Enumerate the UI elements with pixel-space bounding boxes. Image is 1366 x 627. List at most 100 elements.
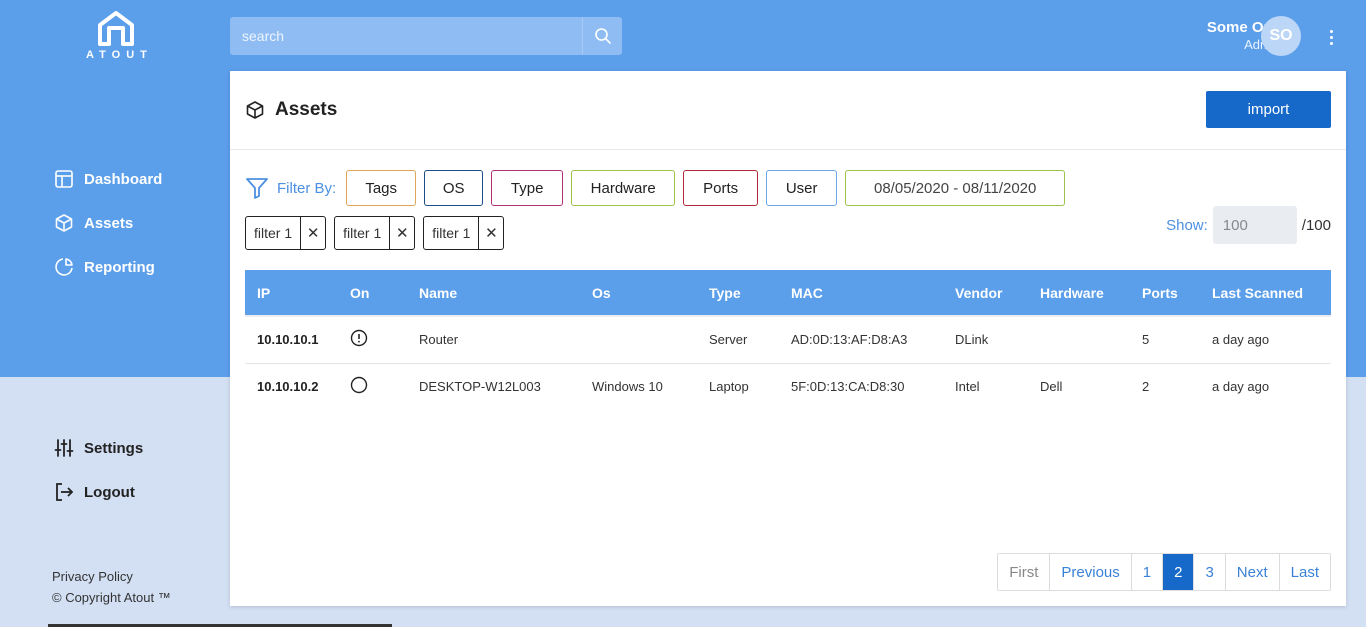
- cell-ports: 2: [1130, 362, 1200, 410]
- column-header-mac[interactable]: MAC: [779, 270, 943, 316]
- active-filter-label: filter 1: [424, 217, 480, 249]
- page-last-button[interactable]: Last: [1280, 554, 1330, 590]
- sidebar-item-settings[interactable]: Settings: [54, 438, 143, 458]
- close-icon[interactable]: ✕: [479, 224, 503, 242]
- active-filters: filter 1 ✕ filter 1 ✕ filter 1 ✕: [245, 216, 505, 250]
- logout-icon: [56, 483, 74, 501]
- filter-label-text: Filter By:: [277, 179, 337, 197]
- sidebar-item-dashboard[interactable]: Dashboard: [54, 169, 162, 189]
- sidebar-item-reporting[interactable]: Reporting: [54, 257, 155, 277]
- search-button[interactable]: [582, 17, 622, 55]
- assets-table: IP On Name Os Type MAC Vendor Hardware P…: [245, 270, 1331, 410]
- search-input[interactable]: [230, 17, 582, 55]
- privacy-policy-link[interactable]: Privacy Policy: [52, 566, 171, 587]
- cube-icon: [246, 101, 264, 119]
- settings-label: Settings: [84, 439, 144, 457]
- avatar[interactable]: SO: [1261, 16, 1301, 56]
- cell-last-scanned: a day ago: [1200, 315, 1331, 363]
- column-header-vendor[interactable]: Vendor: [943, 270, 1028, 316]
- search-bar: [230, 17, 622, 55]
- active-filter-tag: filter 1 ✕: [423, 216, 505, 250]
- show-label: Show:: [1166, 216, 1208, 234]
- show-count: Show: /100: [1166, 206, 1331, 244]
- cell-status: [338, 315, 407, 363]
- show-total: /100: [1301, 216, 1331, 234]
- cell-type: Server: [697, 315, 779, 363]
- page-previous-button[interactable]: Previous: [1050, 554, 1132, 590]
- sidebar-footer: Privacy Policy © Copyright Atout ™: [52, 566, 171, 608]
- cell-status: [338, 362, 407, 410]
- offline-status-icon: [350, 377, 368, 394]
- column-header-on[interactable]: On: [338, 270, 407, 316]
- page-1-button[interactable]: 1: [1132, 554, 1164, 590]
- cell-hardware: Dell: [1028, 362, 1130, 410]
- column-header-last-scanned[interactable]: Last Scanned: [1200, 270, 1331, 316]
- cell-last-scanned: a day ago: [1200, 362, 1331, 410]
- cell-type: Laptop: [697, 362, 779, 410]
- active-filter-tag: filter 1 ✕: [334, 216, 416, 250]
- cell-os: Windows 10: [580, 362, 697, 410]
- more-menu-icon[interactable]: [1322, 26, 1340, 48]
- filter-chip-tags[interactable]: Tags: [346, 170, 417, 206]
- cell-os: [580, 315, 697, 363]
- cell-name: Router: [407, 315, 580, 363]
- logout-label: Logout: [84, 483, 135, 501]
- warning-status-icon: [350, 330, 368, 347]
- cell-name: DESKTOP-W12L003: [407, 362, 580, 410]
- page-title-text: Assets: [275, 99, 338, 120]
- active-filter-label: filter 1: [335, 217, 391, 249]
- active-filter-label: filter 1: [246, 217, 302, 249]
- sidebar-item-logout[interactable]: Logout: [54, 482, 135, 502]
- import-button[interactable]: import: [1206, 91, 1331, 128]
- page-title: Assets: [245, 99, 337, 121]
- date-range-picker[interactable]: 08/05/2020 - 08/11/2020: [845, 170, 1066, 206]
- column-header-type[interactable]: Type: [697, 270, 779, 316]
- close-icon[interactable]: ✕: [301, 224, 325, 242]
- cell-ports: 5: [1130, 315, 1200, 363]
- sidebar-item-label: Dashboard: [84, 170, 163, 188]
- page-next-button[interactable]: Next: [1226, 554, 1280, 590]
- column-header-os[interactable]: Os: [580, 270, 697, 316]
- cell-mac: AD:0D:13:AF:D8:A3: [779, 315, 943, 363]
- page-2-button[interactable]: 2: [1163, 554, 1195, 590]
- panel-header: Assets import: [230, 71, 1346, 150]
- pagination: First Previous 1 2 3 Next Last: [997, 553, 1331, 591]
- cell-vendor: DLink: [943, 315, 1028, 363]
- sidebar-item-label: Reporting: [84, 258, 155, 276]
- search-icon: [594, 28, 611, 44]
- cell-hardware: [1028, 315, 1130, 363]
- layout-icon: [55, 170, 73, 188]
- filter-chip-type[interactable]: Type: [491, 170, 564, 206]
- filter-chip-user[interactable]: User: [766, 170, 838, 206]
- page-first-button[interactable]: First: [998, 554, 1051, 590]
- filter-chip-os[interactable]: OS: [424, 170, 484, 206]
- active-filter-tag: filter 1 ✕: [245, 216, 327, 250]
- assets-panel: Assets import Filter By: Tags OS Type Ha…: [230, 71, 1346, 606]
- page-3-button[interactable]: 3: [1194, 554, 1226, 590]
- cell-ip: 10.10.10.2: [245, 362, 338, 410]
- table-row[interactable]: 10.10.10.1 Router Server AD:0D:13:AF:D8:…: [245, 315, 1331, 363]
- column-header-hardware[interactable]: Hardware: [1028, 270, 1130, 316]
- app-logo[interactable]: ATOUT: [80, 10, 152, 61]
- close-icon[interactable]: ✕: [390, 224, 414, 242]
- logo-icon: [98, 11, 134, 46]
- filter-icon: [246, 178, 268, 199]
- cell-ip: 10.10.10.1: [245, 315, 338, 363]
- filter-label: Filter By:: [245, 177, 336, 199]
- show-count-input[interactable]: [1212, 206, 1297, 244]
- sliders-icon: [54, 439, 74, 457]
- filter-chip-hardware[interactable]: Hardware: [571, 170, 676, 206]
- copyright-text: © Copyright Atout ™: [52, 590, 171, 605]
- sidebar-item-label: Assets: [84, 214, 134, 232]
- table-row[interactable]: 10.10.10.2 DESKTOP-W12L003 Windows 10 La…: [245, 362, 1331, 410]
- column-header-ports[interactable]: Ports: [1130, 270, 1200, 316]
- column-header-name[interactable]: Name: [407, 270, 580, 316]
- filter-chip-ports[interactable]: Ports: [683, 170, 759, 206]
- cube-icon: [55, 214, 73, 232]
- logo-text: ATOUT: [86, 49, 153, 61]
- table-header-row: IP On Name Os Type MAC Vendor Hardware P…: [245, 270, 1331, 316]
- pie-chart-icon: [55, 258, 73, 276]
- sidebar-item-assets[interactable]: Assets: [54, 213, 133, 233]
- filter-bar: Filter By: Tags OS Type Hardware Ports U…: [245, 170, 1073, 206]
- column-header-ip[interactable]: IP: [245, 270, 338, 316]
